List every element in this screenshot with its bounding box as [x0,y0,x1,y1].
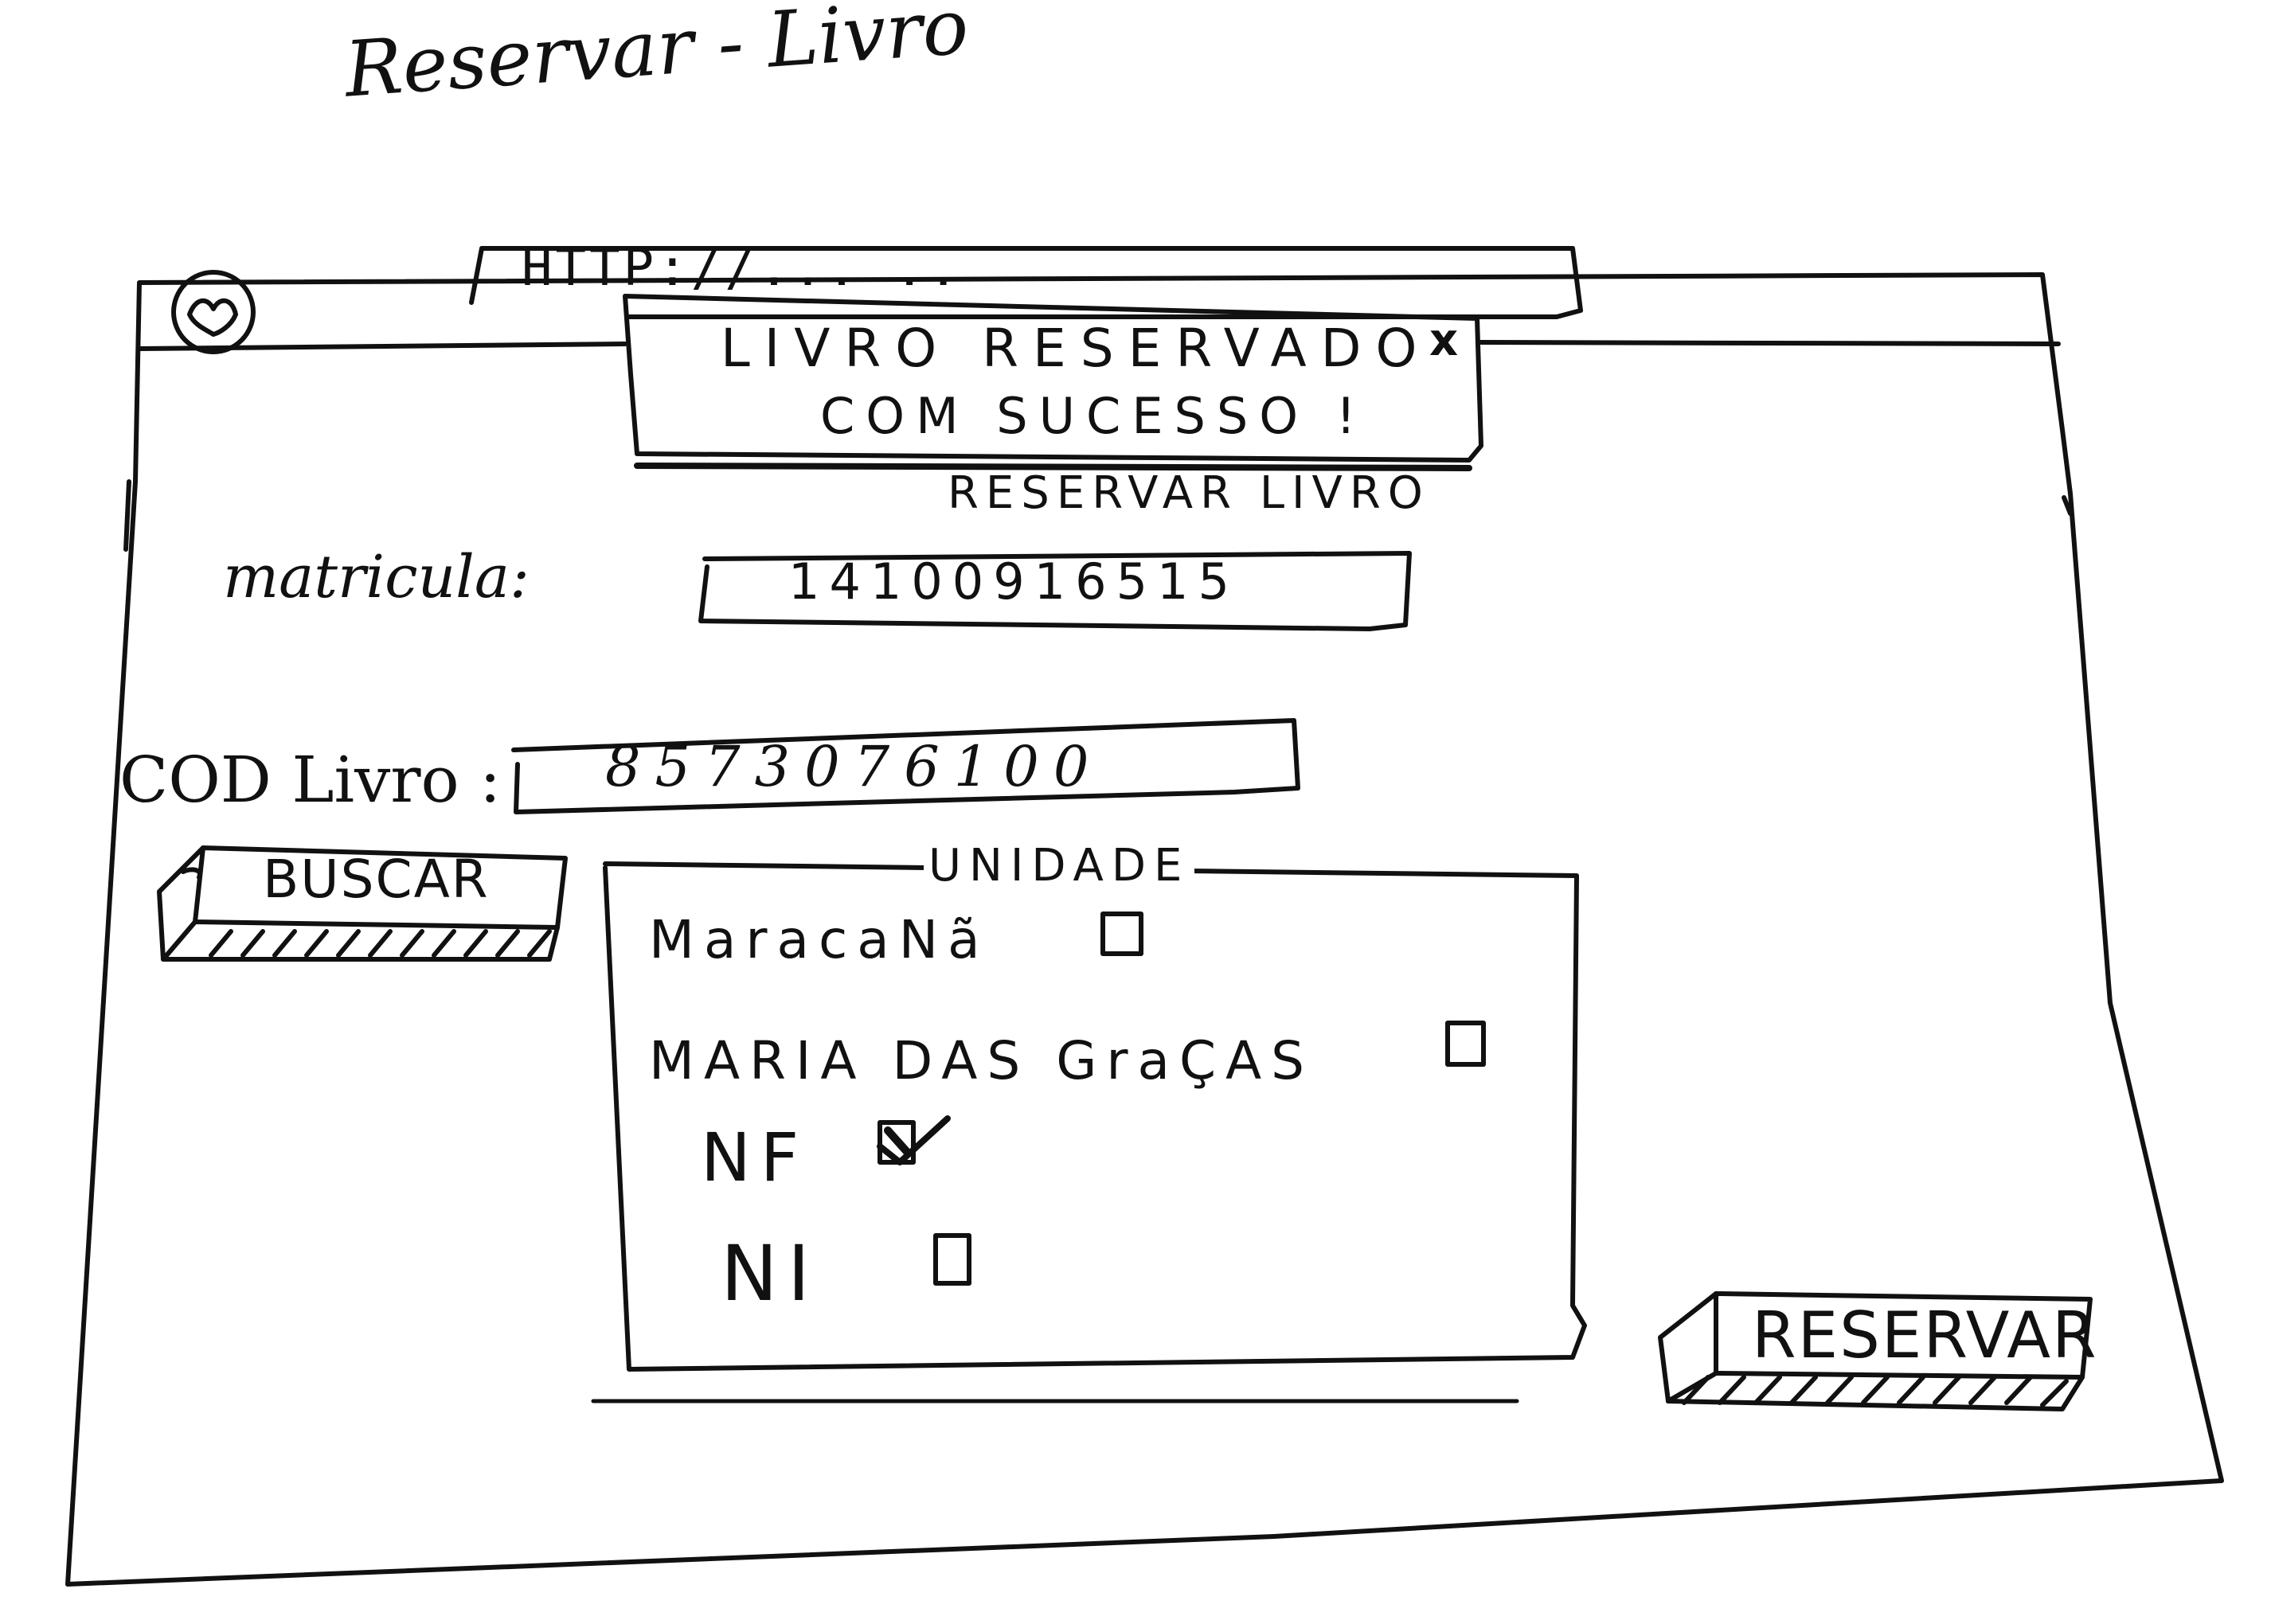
frame-tick-left [123,479,131,552]
toast-message-line2: COM SUCESSO ! [820,387,1367,445]
option-maracana-label: MaracaNã [649,909,990,970]
option-ni-label: NI [721,1229,820,1318]
toast-message-line1: LIVRO RESERVADO [721,318,1432,379]
toast-close-button[interactable]: x [1429,318,1458,363]
checkbox-maria[interactable] [1448,1023,1483,1064]
checkbox-maracana[interactable] [1103,914,1141,954]
checkbox-ni[interactable] [936,1236,969,1283]
matricula-label: matricula: [223,543,530,611]
matricula-input[interactable]: 14100916515 [788,557,1239,607]
cod-livro-input[interactable]: 8573076100 [605,739,1103,794]
option-maria-label: MARIA DAS GraÇAS [649,1030,1315,1091]
checkbox-nf[interactable] [880,1118,948,1162]
option-nf-label: NF [701,1118,809,1197]
buscar-button-label: BUSCAR [263,849,490,910]
unidade-title: UNIDADE [924,844,1195,888]
cod-livro-label: COD Livro : [119,743,502,817]
reservar-button-label: RESERVAR [1752,1298,2098,1372]
wireframe-page: Reservar - Livro HTTP://... .. LIVRO RES… [0,0,2271,1624]
url-text[interactable]: HTTP://... .. [522,243,962,294]
form-title: RESERVAR LIVRO [948,467,1430,519]
